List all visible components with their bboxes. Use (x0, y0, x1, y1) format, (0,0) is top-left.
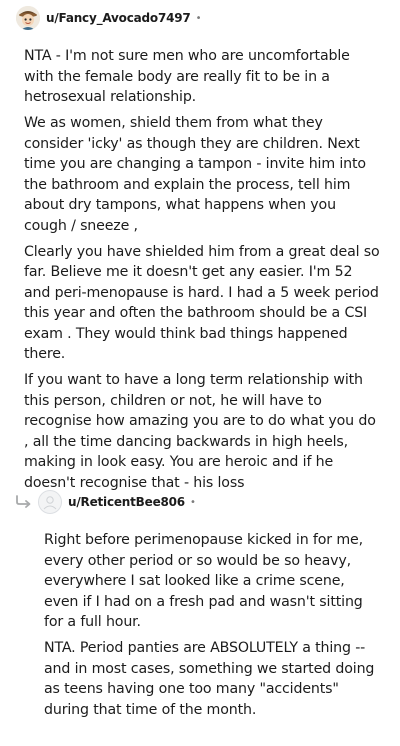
username[interactable]: u/Fancy_Avocado7497 (46, 11, 191, 25)
reply-header: u/ReticentBee806 • (0, 488, 400, 516)
avatar-illustration-icon (16, 6, 40, 30)
avatar[interactable] (38, 490, 62, 514)
username[interactable]: u/ReticentBee806 (68, 495, 185, 509)
comment-paragraph: If you want to have a long term relation… (24, 372, 376, 491)
reply-paragraph: Right before perimenopause kicked in for… (44, 532, 363, 630)
comment-paragraph: Clearly you have shielded him from a gre… (24, 243, 380, 363)
comment: u/Fancy_Avocado7497 • NTA - I'm not sure… (0, 4, 400, 499)
comment-paragraph: We as women, shield them from what they … (24, 115, 366, 234)
reply-comment: u/ReticentBee806 • Right before perimeno… (0, 488, 400, 726)
reply-paragraph: NTA. Period panties are ABSOLUTELY a thi… (44, 640, 375, 718)
separator-dot: • (189, 496, 196, 508)
avatar[interactable] (16, 6, 40, 30)
reply-body: Right before perimenopause kicked in for… (44, 530, 380, 720)
comment-paragraph: NTA - I'm not sure men who are uncomfort… (24, 48, 350, 105)
default-avatar-icon (40, 492, 60, 512)
reply-arrow-icon (14, 492, 34, 512)
comment-header: u/Fancy_Avocado7497 • (0, 4, 400, 32)
separator-dot: • (195, 12, 202, 24)
comment-body: NTA - I'm not sure men who are uncomfort… (24, 46, 380, 493)
